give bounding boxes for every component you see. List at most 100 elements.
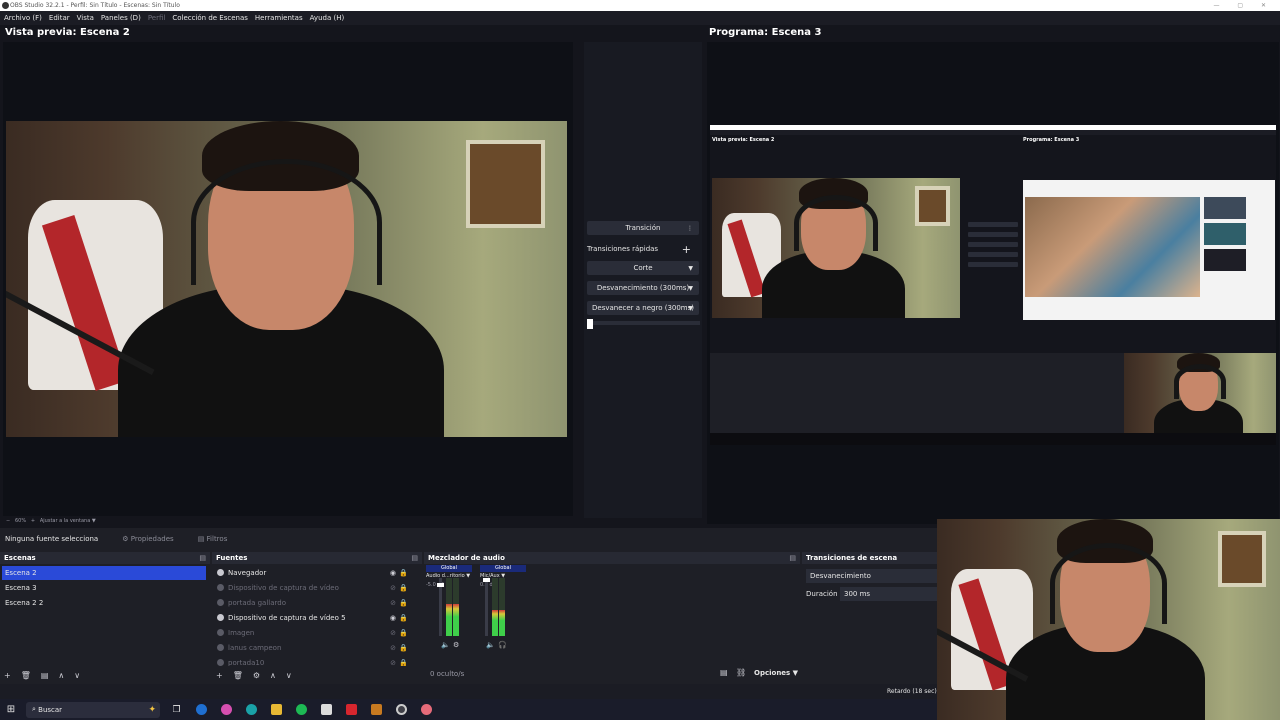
lock-icon[interactable]: 🔒 <box>399 611 408 625</box>
mixer-layout-icon[interactable]: ▤ <box>720 668 728 677</box>
browser-icon <box>217 569 224 576</box>
move-down-button[interactable]: ∨ <box>74 671 80 680</box>
remove-scene-button[interactable]: 🗑 <box>21 671 31 680</box>
source-item[interactable]: lanus campeon ⊘ 🔒 <box>214 641 412 655</box>
gear-icon[interactable]: ⚙ <box>453 641 459 649</box>
copilot-app-icon[interactable] <box>218 699 235 720</box>
menu-ayuda[interactable]: Ayuda (H) <box>310 14 345 22</box>
source-item[interactable]: Dispositivo de captura de vídeo ⊘ 🔒 <box>214 581 412 595</box>
eye-off-icon[interactable]: ⊘ <box>390 581 396 595</box>
speaker-icon[interactable]: 🔈 <box>486 641 495 649</box>
duration-input[interactable]: 300 ms <box>840 587 938 601</box>
add-scene-button[interactable]: + <box>4 671 11 680</box>
move-down-button[interactable]: ∨ <box>286 671 292 680</box>
nested-program-title: Programa: Escena 3 <box>1023 137 1080 143</box>
pink-app-icon[interactable] <box>418 699 435 720</box>
no-source-label: Ninguna fuente selecciona <box>5 534 99 543</box>
source-item[interactable]: portada10 ⊘ 🔒 <box>214 656 412 666</box>
source-item[interactable]: portada gallardo ⊘ 🔒 <box>214 596 412 610</box>
slider-handle[interactable] <box>587 319 593 329</box>
menu-archivo[interactable]: Archivo (F) <box>4 14 42 22</box>
volume-fader[interactable] <box>437 578 444 636</box>
speaker-icon[interactable]: 🔈 <box>441 641 450 649</box>
fader-handle[interactable] <box>437 583 444 587</box>
menu-herramientas[interactable]: Herramientas <box>255 14 303 22</box>
link-icon[interactable]: ⛓ <box>736 668 746 677</box>
zoom-fit[interactable]: Ajustar a la ventana <box>40 518 90 524</box>
eye-icon[interactable]: ◉ <box>390 611 396 625</box>
zoom-out-button[interactable]: − <box>6 518 10 524</box>
eye-icon[interactable]: ◉ <box>390 566 396 580</box>
chevron-down-icon[interactable]: ▼ <box>92 518 96 524</box>
obs-logo-icon <box>2 2 9 9</box>
source-item[interactable]: Dispositivo de captura de vídeo 5 ◉ 🔒 <box>214 611 412 625</box>
menu-paneles[interactable]: Paneles (D) <box>101 14 141 22</box>
remove-source-button[interactable]: 🗑 <box>233 671 243 680</box>
scenes-title: Escenas <box>4 554 36 562</box>
window-controls[interactable]: — ▢ ✕ <box>1213 0 1274 11</box>
options-button[interactable]: Opciones ▼ <box>754 669 798 677</box>
source-item[interactable]: Imagen ⊘ 🔒 <box>214 626 412 640</box>
preview-zoom-bar: − 60% + Ajustar a la ventana ▼ <box>0 516 580 527</box>
eye-off-icon[interactable]: ⊘ <box>390 596 396 610</box>
quick-transition-fade[interactable]: Desvanecimiento (300ms) ▼ <box>587 281 699 295</box>
nested-taskbar <box>710 433 1276 445</box>
lock-icon[interactable]: 🔒 <box>399 596 408 610</box>
scene-item[interactable]: Escena 2 <box>2 566 206 580</box>
volume-fader[interactable] <box>483 578 490 636</box>
dock-menu-icon[interactable]: ▤ <box>789 552 796 564</box>
transition-slider[interactable] <box>587 319 700 329</box>
lock-icon[interactable]: 🔒 <box>399 566 408 580</box>
dock-menu-icon[interactable]: ▤ <box>199 552 206 564</box>
headphones-icon[interactable]: 🎧 <box>498 641 507 649</box>
zoom-in-button[interactable]: + <box>31 518 35 524</box>
task-view-icon[interactable]: ❐ <box>168 699 185 720</box>
image-icon <box>217 629 224 636</box>
lock-icon[interactable]: 🔒 <box>399 656 408 666</box>
quick-transition-fade-black[interactable]: Desvanecer a negro (300ms) ▼ <box>587 301 699 315</box>
scene-filters-button[interactable]: ▤ <box>41 671 49 680</box>
move-up-button[interactable]: ∧ <box>58 671 64 680</box>
lock-icon[interactable]: 🔒 <box>399 641 408 655</box>
menu-editar[interactable]: Editar <box>49 14 70 22</box>
dock-menu-icon[interactable]: ▤ <box>411 552 418 564</box>
filters-button[interactable]: ▤ Filtros <box>198 535 228 543</box>
eye-off-icon[interactable]: ⊘ <box>390 626 396 640</box>
edge-icon[interactable] <box>243 699 260 720</box>
eye-off-icon[interactable]: ⊘ <box>390 641 396 655</box>
move-up-button[interactable]: ∧ <box>270 671 276 680</box>
windows-start-icon[interactable]: ⊞ <box>0 699 22 720</box>
menu-perfil[interactable]: Perfil <box>148 14 166 22</box>
source-item[interactable]: Navegador ◉ 🔒 <box>214 566 412 580</box>
add-source-button[interactable]: + <box>216 671 223 680</box>
zoom-value: 60% <box>14 518 27 524</box>
fader-handle[interactable] <box>483 578 490 582</box>
source-settings-button[interactable]: ⚙ <box>253 671 260 680</box>
lock-icon[interactable]: 🔒 <box>399 626 408 640</box>
scene-item[interactable]: Escena 3 <box>2 581 206 595</box>
transition-button[interactable]: Transición ⋮ <box>587 221 699 235</box>
orange-app-icon[interactable] <box>368 699 385 720</box>
obs-taskbar-icon[interactable] <box>393 699 410 720</box>
properties-button[interactable]: ⚙ Propiedades <box>122 535 173 543</box>
level-meter <box>492 578 498 636</box>
quick-transition-corte[interactable]: Corte ▼ <box>587 261 699 275</box>
eye-off-icon[interactable]: ⊘ <box>390 656 396 666</box>
chevron-down-icon: ▼ <box>688 264 693 272</box>
scene-item[interactable]: Escena 2 2 <box>2 596 206 610</box>
sources-controls: + 🗑 ⚙ ∧ ∨ <box>216 668 292 682</box>
lock-icon[interactable]: 🔒 <box>399 581 408 595</box>
menu-vista[interactable]: Vista <box>77 14 94 22</box>
menu-coleccion[interactable]: Colección de Escenas <box>172 14 248 22</box>
add-quick-transition-button[interactable]: + <box>682 243 691 256</box>
copilot-icon: ✦ <box>148 704 156 715</box>
mail-icon[interactable] <box>193 699 210 720</box>
notepad-icon[interactable] <box>318 699 335 720</box>
taskbar-search[interactable]: ⌕ Buscar ✦ <box>26 701 160 718</box>
spotify-icon[interactable] <box>293 699 310 720</box>
file-explorer-icon[interactable] <box>268 699 285 720</box>
chevron-down-icon: ▼ <box>688 284 693 292</box>
more-icon[interactable]: ⋮ <box>687 225 693 232</box>
red-app-icon[interactable] <box>343 699 360 720</box>
transition-select[interactable]: Desvanecimiento <box>806 569 938 583</box>
